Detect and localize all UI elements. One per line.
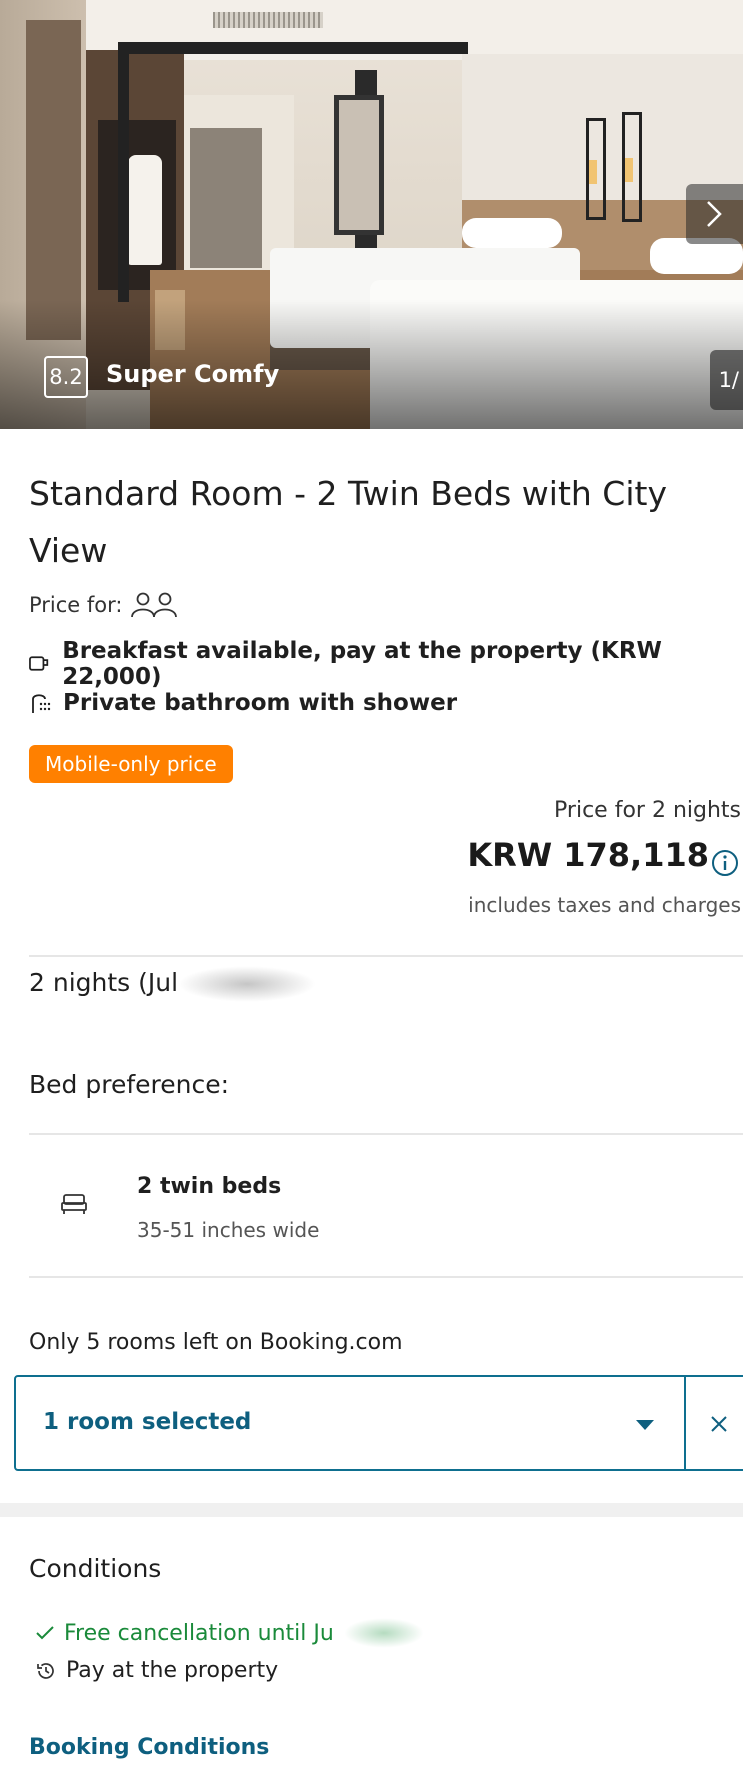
info-icon[interactable]: [711, 849, 739, 877]
rating-score: 8.2: [44, 356, 88, 398]
two-person-icon: [130, 592, 177, 618]
photo-vent: [213, 12, 323, 28]
photo-frame-top: [118, 42, 468, 54]
section-separator: [0, 1503, 743, 1517]
pay-at-property-text: Pay at the property: [66, 1658, 279, 1683]
caret-down-icon[interactable]: [635, 1419, 655, 1431]
photo-lamp-glow: [589, 160, 597, 184]
divider: [29, 955, 743, 957]
photo-left-panel: [26, 20, 81, 340]
stay-dates: 2 nights (Jul: [29, 966, 317, 1002]
close-icon: [711, 1416, 727, 1432]
stay-dates-text: 2 nights (Jul: [29, 968, 179, 997]
booking-conditions-link[interactable]: Booking Conditions: [29, 1735, 269, 1760]
price-nights-label: Price for 2 nights: [554, 798, 741, 823]
taxes-note: includes taxes and charges: [468, 893, 741, 917]
bed-preference-heading: Bed preference:: [29, 1070, 230, 1099]
price-for-label: Price for:: [29, 593, 123, 617]
clear-selection-button[interactable]: [684, 1375, 743, 1471]
photo-mirror: [334, 95, 384, 235]
facility-bathroom: Private bathroom with shower: [29, 690, 457, 716]
photo-counter: 1/: [710, 350, 743, 410]
photo-lamp-glow: [625, 158, 633, 182]
bed-option-name[interactable]: 2 twin beds: [137, 1174, 281, 1199]
photo-frame-left: [118, 42, 129, 302]
mobile-only-price-badge: Mobile-only price: [29, 745, 233, 783]
breakfast-cup-icon: [29, 656, 49, 671]
chevron-right-icon: [707, 201, 722, 227]
room-quantity-value[interactable]: 1 room selected: [43, 1409, 251, 1435]
divider: [29, 1276, 743, 1278]
bed-icon: [61, 1194, 87, 1214]
checkmark-icon: [36, 1626, 54, 1640]
room-photo[interactable]: 8.2 Super Comfy 1/: [0, 0, 743, 429]
conditions-heading: Conditions: [29, 1554, 162, 1583]
photo-door: [190, 128, 262, 268]
photo-robe: [128, 155, 162, 265]
next-photo-button[interactable]: [686, 184, 743, 244]
history-clock-icon: [37, 1662, 54, 1679]
pay-at-property-row: Pay at the property: [36, 1658, 278, 1683]
facility-label: Private bathroom with shower: [63, 690, 458, 716]
divider: [29, 1133, 743, 1135]
facility-label: Breakfast available, pay at the property…: [62, 638, 662, 690]
shower-icon: [32, 694, 51, 713]
total-price: KRW 178,118: [467, 836, 709, 874]
free-cancellation-row: Free cancellation until Ju: [36, 1618, 424, 1648]
facility-breakfast: Breakfast available, pay at the property…: [29, 638, 743, 690]
price-for-row: Price for:: [29, 592, 181, 618]
room-title: Standard Room - 2 Twin Beds with City Vi…: [29, 474, 667, 570]
free-cancellation-text: Free cancellation until Ju: [64, 1620, 334, 1646]
redacted-dates: [178, 966, 317, 1002]
photo-pillow: [462, 218, 562, 248]
rooms-left-note: Only 5 rooms left on Booking.com: [29, 1330, 403, 1355]
bed-option-detail: 35-51 inches wide: [137, 1218, 320, 1242]
redacted-date: [343, 1618, 424, 1648]
rating-label: Super Comfy: [106, 360, 280, 388]
